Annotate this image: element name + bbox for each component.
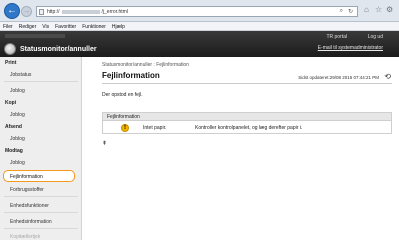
last-updated: Sidst opdateret:29/08 2015 07:44:21 PM xyxy=(298,75,379,80)
header-masked-text xyxy=(5,34,65,38)
refresh-icon[interactable]: ↻ xyxy=(348,8,353,15)
page-icon xyxy=(39,9,44,15)
page-title: Fejlinformation xyxy=(102,71,160,80)
sidebar-item-copy-joblog[interactable]: Joblog xyxy=(10,112,25,118)
title-divider xyxy=(102,83,392,84)
menu-view[interactable]: Vis xyxy=(39,22,52,30)
page-top-icon[interactable]: ⇞ xyxy=(102,140,107,147)
main-content: Statusmonitor/annuller : Fejlinformation… xyxy=(84,57,399,240)
sidebar-item-print-jobstatus[interactable]: Jobstatus xyxy=(10,72,31,78)
address-text: http:// /j_error.html xyxy=(47,9,128,15)
warning-icon: ! xyxy=(121,124,129,132)
sidebar-section-receive: Modtag xyxy=(5,148,23,154)
error-info-header: Fejlinformation xyxy=(103,113,391,121)
address-bar[interactable]: http:// /j_error.html ⌕ ↻ xyxy=(36,6,358,17)
refresh-icon[interactable]: ⟲ xyxy=(384,72,391,81)
menu-bar: Filer Rediger Vis Favoritter Funktioner Hjælp xyxy=(0,22,399,31)
email-admin-link[interactable]: E-mail til systemadministrator xyxy=(318,45,383,51)
back-button[interactable]: ← xyxy=(4,3,20,19)
home-icon[interactable]: ⌂ xyxy=(364,5,369,14)
menu-tools[interactable]: Funktioner xyxy=(79,22,109,30)
star-icon[interactable]: ☆ xyxy=(375,5,382,14)
browser-toolbar: ← → http:// /j_error.html ⌕ ↻ ⌂ ☆ ⚙ xyxy=(0,0,399,22)
error-info-title: Fejlinformation xyxy=(107,114,140,120)
error-info-box: Fejlinformation ! Intet papir. Kontrolle… xyxy=(102,112,392,134)
portal-link[interactable]: TR portal xyxy=(326,34,347,40)
sidebar-item-receive-joblog[interactable]: Joblog xyxy=(10,160,25,166)
sidebar-item-print-joblog[interactable]: Joblog xyxy=(10,88,25,94)
address-prefix: http:// xyxy=(47,9,60,15)
sidebar: Print Jobstatus Joblog Kopi Joblog Afsen… xyxy=(0,57,82,240)
sidebar-divider xyxy=(4,212,78,213)
sidebar-item-error-information[interactable]: Fejlinformation xyxy=(3,170,75,182)
error-action: Kontroller kontrolpanelet, og læg dereft… xyxy=(195,125,303,131)
sidebar-item-device-features[interactable]: Enhedsfunktioner xyxy=(10,203,49,209)
sidebar-item-label: Fejlinformation xyxy=(10,174,43,180)
forward-button[interactable]: → xyxy=(21,6,32,17)
sidebar-item-send-joblog[interactable]: Joblog xyxy=(10,136,25,142)
sidebar-section-send: Afsend xyxy=(5,124,22,130)
breadcrumb: Statusmonitor/annuller : Fejlinformation xyxy=(102,62,189,68)
sidebar-item-counter-check[interactable]: Kopitællertjek xyxy=(10,234,40,240)
menu-edit[interactable]: Rediger xyxy=(16,22,40,30)
app-header: Statusmonitor/annuller TR portal Log ud … xyxy=(0,31,399,57)
sidebar-section-print: Print xyxy=(5,60,17,66)
error-message: Der opstod en fejl. xyxy=(102,92,143,98)
sidebar-divider xyxy=(4,196,78,197)
address-suffix: /j_error.html xyxy=(101,9,128,15)
gear-icon[interactable]: ⚙ xyxy=(386,5,393,14)
error-name: Intet papir. xyxy=(143,125,167,131)
sidebar-divider xyxy=(4,228,78,229)
menu-favorites[interactable]: Favoritter xyxy=(52,22,79,30)
app-title: Statusmonitor/annuller xyxy=(20,46,97,53)
menu-help[interactable]: Hjælp xyxy=(109,22,128,30)
address-masked xyxy=(61,9,100,14)
logout-link[interactable]: Log ud xyxy=(368,34,383,40)
logo-icon xyxy=(4,43,16,55)
search-icon[interactable]: ⌕ xyxy=(340,8,343,15)
sidebar-item-device-information[interactable]: Enhedsinformation xyxy=(10,219,52,225)
sidebar-section-copy: Kopi xyxy=(5,100,17,106)
sidebar-divider xyxy=(4,81,78,82)
menu-file[interactable]: Filer xyxy=(0,22,16,30)
sidebar-item-consumables[interactable]: Forbrugsstoffer xyxy=(10,187,44,193)
